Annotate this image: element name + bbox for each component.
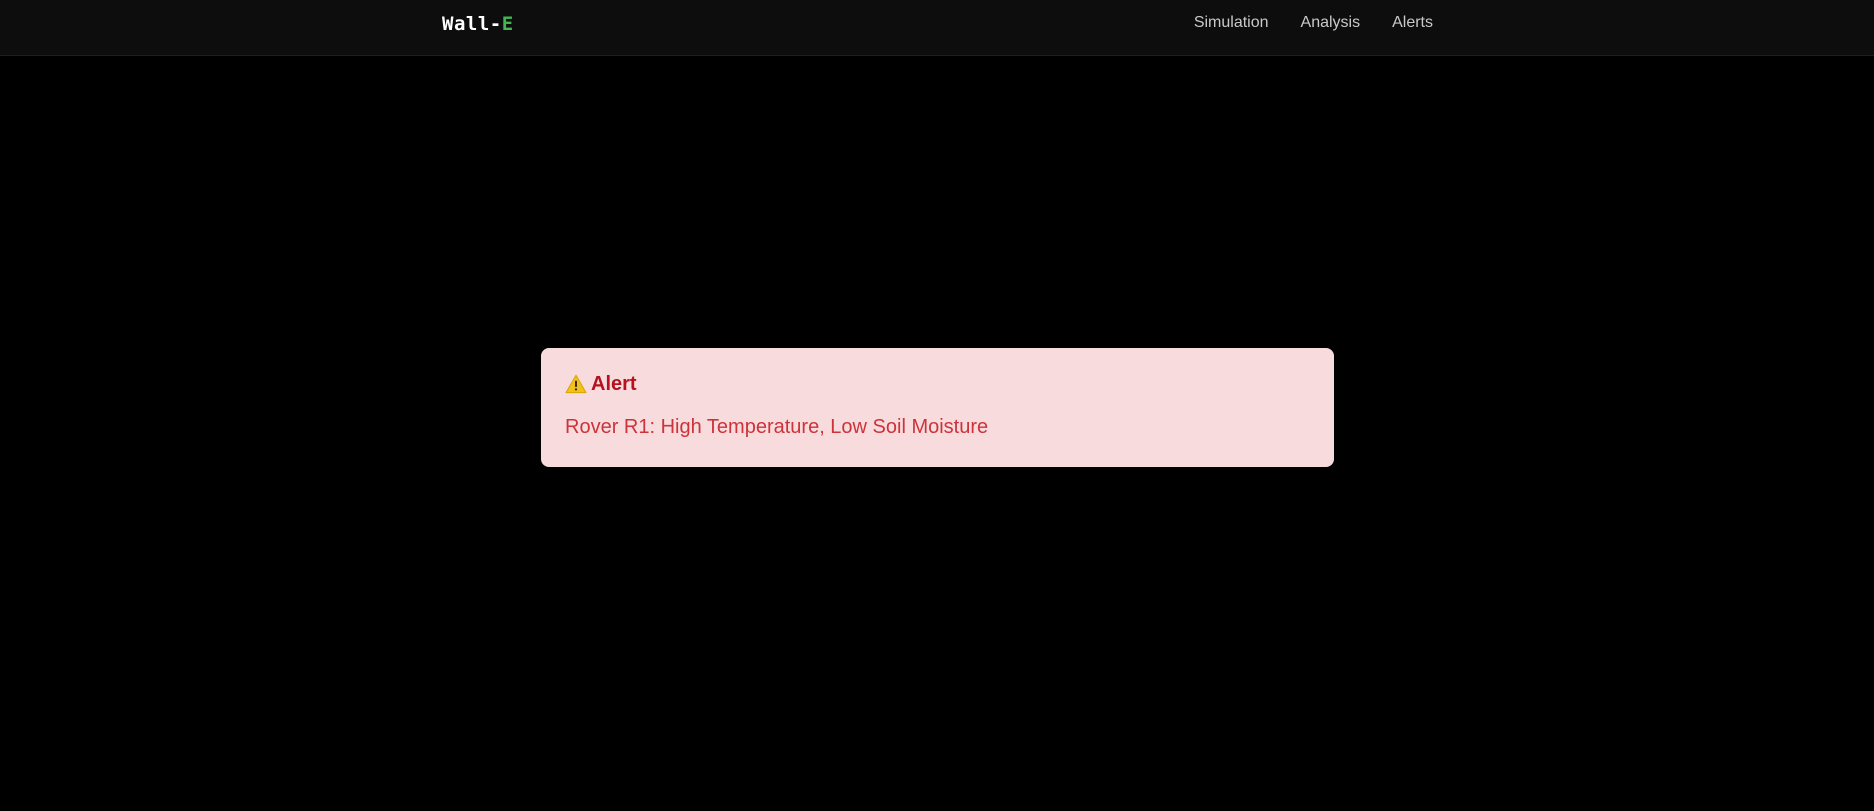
nav-link-analysis[interactable]: Analysis (1301, 14, 1361, 32)
nav-link-simulation[interactable]: Simulation (1194, 14, 1269, 32)
alert-message: Rover R1: High Temperature, Low Soil Moi… (565, 416, 989, 438)
brand-prefix: Wall- (442, 13, 502, 35)
alert-card: Alert Rover R1: High Temperature, Low So… (541, 348, 1334, 467)
top-navbar: Wall-E Simulation Analysis Alerts (0, 0, 1874, 56)
nav-links: Simulation Analysis Alerts (1194, 14, 1433, 32)
alert-title: Alert (591, 372, 637, 395)
alert-header: Alert (565, 372, 1310, 396)
warning-icon (565, 374, 587, 394)
brand-logo[interactable]: Wall-E (442, 13, 514, 35)
nav-link-alerts[interactable]: Alerts (1392, 14, 1433, 32)
brand-suffix: E (501, 13, 514, 35)
